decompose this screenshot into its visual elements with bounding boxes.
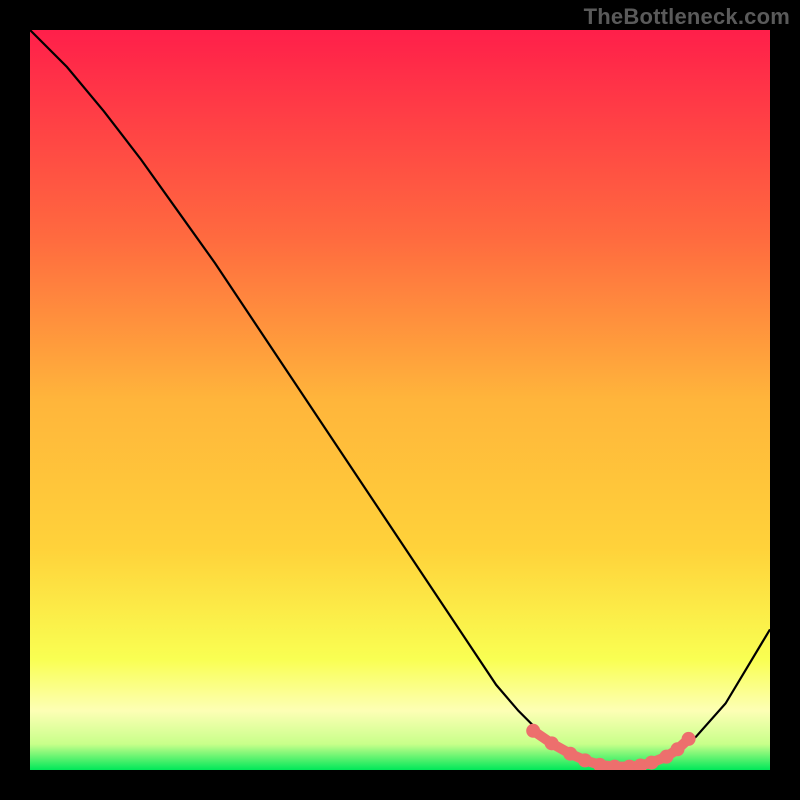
marker-dot xyxy=(545,736,559,750)
marker-dot xyxy=(578,753,592,767)
plot-area xyxy=(30,30,770,770)
marker-dot xyxy=(682,732,696,746)
marker-dot xyxy=(563,747,577,761)
marker-dot xyxy=(645,756,659,770)
chart-svg xyxy=(30,30,770,770)
marker-dot xyxy=(526,724,540,738)
chart-frame: TheBottleneck.com xyxy=(0,0,800,800)
marker-dot xyxy=(671,742,685,756)
watermark-text: TheBottleneck.com xyxy=(584,4,790,30)
gradient-background xyxy=(30,30,770,770)
